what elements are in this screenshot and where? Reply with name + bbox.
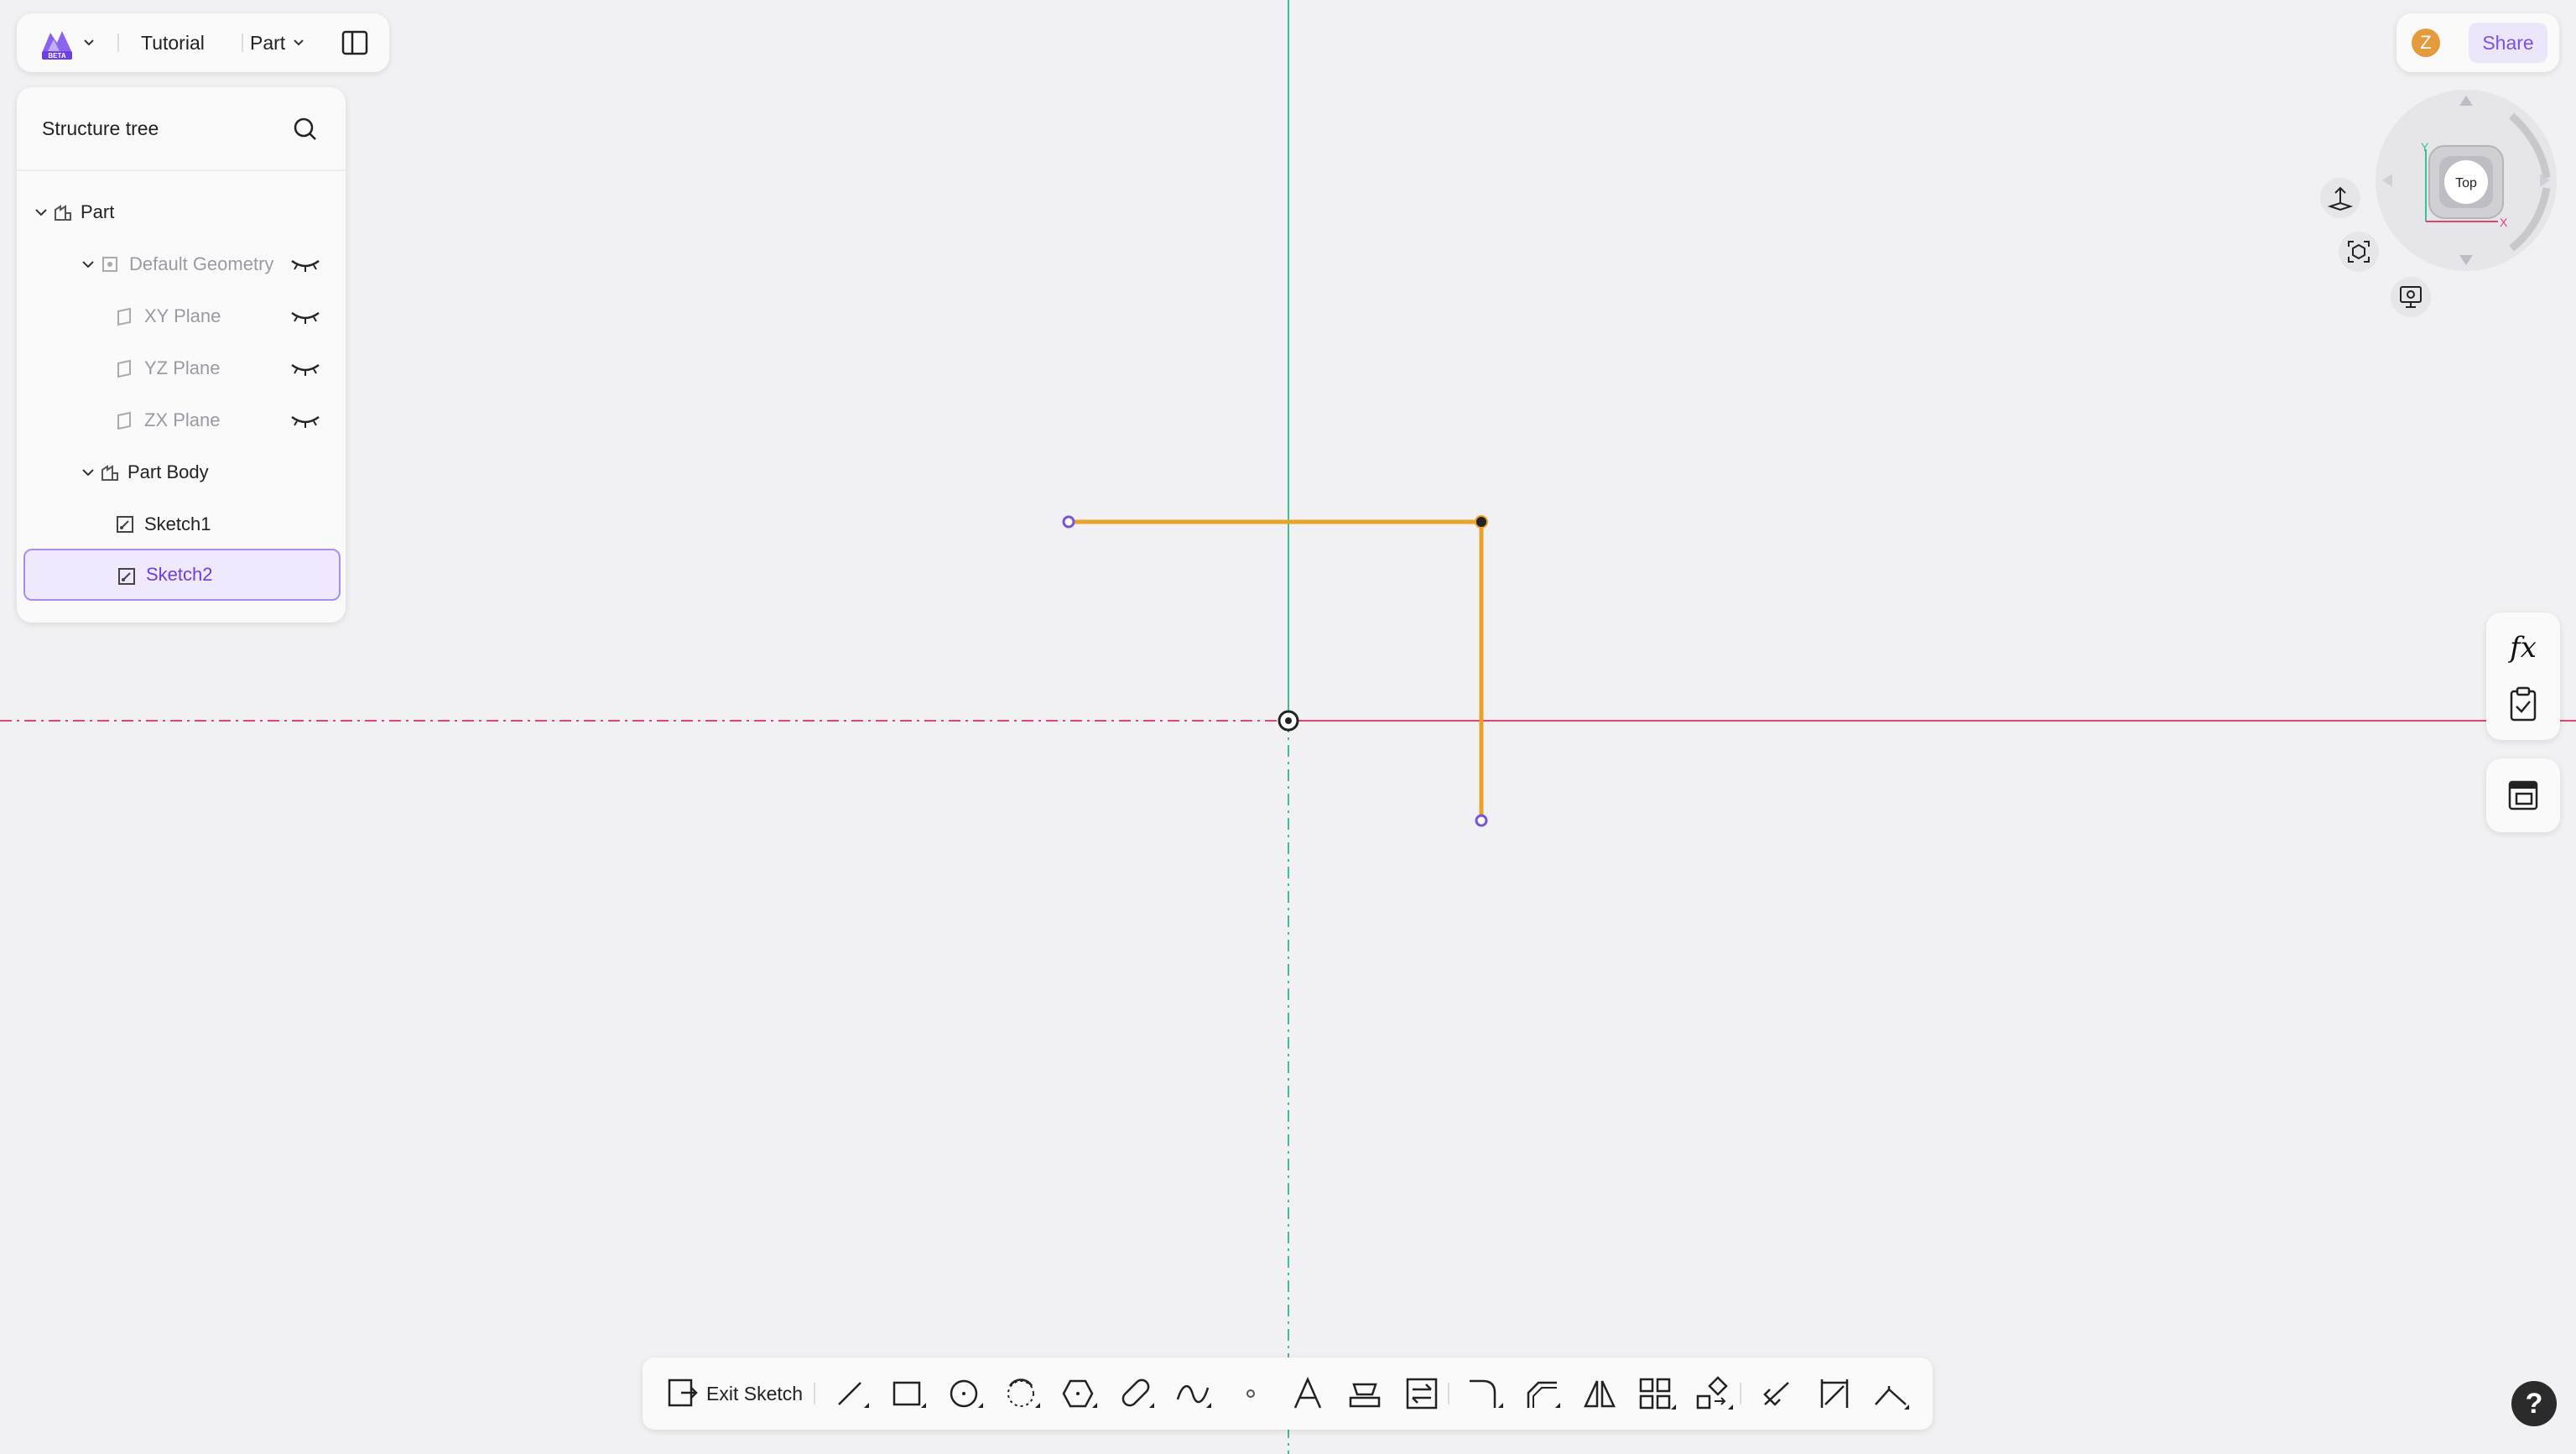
mode-label: Part [250, 31, 286, 54]
sketch-endpoint [1062, 515, 1075, 529]
eye-closed-icon[interactable] [290, 412, 320, 429]
tree-item-sketch1[interactable]: Sketch1 [25, 500, 337, 549]
offset-icon[interactable] [1345, 1374, 1384, 1413]
text-icon[interactable] [1288, 1374, 1327, 1413]
tree-item-label: Part Body [127, 461, 209, 482]
polygon-icon[interactable] [1060, 1374, 1099, 1413]
tree-item-yz-plane[interactable]: YZ Plane [25, 344, 337, 393]
plane-icon [117, 359, 131, 378]
chamfer-icon[interactable] [1523, 1374, 1562, 1413]
structure-tree-title: Structure tree [42, 117, 159, 139]
fillet-icon[interactable] [1466, 1374, 1505, 1413]
share-button[interactable]: Share [2469, 23, 2547, 63]
home-view-button[interactable] [2320, 178, 2360, 218]
tree-item-label: Default Geometry [129, 253, 274, 274]
tree-item-zx-plane[interactable]: ZX Plane [25, 396, 337, 445]
transform-icon[interactable] [1694, 1374, 1733, 1413]
sketch-canvas[interactable] [0, 0, 2576, 1454]
sketch-corner-point [1475, 515, 1488, 529]
app-menu-button[interactable]: BETA [39, 13, 97, 72]
circle-icon[interactable] [946, 1374, 985, 1413]
display-mode-icon [2400, 286, 2422, 308]
chevron-down-icon[interactable] [34, 205, 49, 220]
help-button[interactable]: ? [2511, 1381, 2557, 1426]
toggle-panel-button[interactable] [341, 13, 369, 72]
display-mode-button[interactable] [2391, 277, 2431, 317]
tree-item-label: ZX Plane [144, 409, 221, 430]
tree-item-label: Sketch2 [146, 564, 213, 585]
eye-closed-icon[interactable] [290, 256, 320, 273]
chevron-down-icon[interactable] [81, 257, 96, 272]
tree-item-label: YZ Plane [144, 357, 221, 378]
plane-icon [117, 411, 131, 430]
top-toolbar: BETA Tutorial Part [17, 13, 389, 72]
sketch-toolbar: Exit Sketch [643, 1358, 1933, 1430]
share-bar: Z Share [2396, 13, 2559, 72]
rectangle-icon[interactable] [889, 1374, 928, 1413]
eye-closed-icon[interactable] [290, 308, 320, 325]
view-cube-face-label: Top [2455, 176, 2477, 190]
fit-view-button[interactable] [2339, 232, 2379, 272]
right-tool-panel: fx [2486, 612, 2560, 740]
arc-icon[interactable] [1003, 1374, 1042, 1413]
structure-tree-panel: Structure tree Part Default Geometry XY … [17, 87, 346, 623]
svg-text:X: X [2500, 216, 2508, 229]
tree-item-part-body[interactable]: Part Body [25, 448, 337, 497]
slot-icon[interactable] [1117, 1374, 1156, 1413]
line-icon[interactable] [832, 1374, 871, 1413]
right-tool-panel-2 [2486, 758, 2560, 832]
trim-icon[interactable] [1758, 1374, 1797, 1413]
spline-icon[interactable] [1174, 1374, 1213, 1413]
tree-item-label: Sketch1 [144, 513, 211, 534]
part-body-icon [101, 465, 118, 481]
tree-item-label: XY Plane [144, 305, 221, 326]
home-view-icon [2327, 186, 2354, 211]
exit-sketch-icon [668, 1378, 698, 1407]
chevron-down-icon [294, 39, 304, 46]
point-icon[interactable] [1231, 1374, 1270, 1413]
tree-item-label: Part [81, 201, 115, 222]
sidebar-toggle-icon [341, 30, 368, 55]
chevron-down-icon[interactable] [81, 465, 96, 480]
chevron-down-icon [84, 39, 94, 46]
exit-sketch-label: Exit Sketch [706, 1382, 804, 1404]
plane-icon [117, 307, 131, 326]
tree-item-part[interactable]: Part [25, 188, 337, 237]
fit-view-icon [2348, 241, 2370, 263]
checklist-icon[interactable] [2506, 686, 2540, 723]
sketch-icon [117, 516, 133, 533]
tree-item-sketch2[interactable]: Sketch2 [23, 549, 341, 601]
mode-dropdown[interactable]: Part [250, 13, 307, 72]
pattern-icon[interactable] [1637, 1374, 1676, 1413]
tree-item-default-geometry[interactable]: Default Geometry [25, 240, 337, 289]
sketch-endpoint [1475, 814, 1488, 827]
part-icon [55, 205, 71, 221]
search-icon[interactable] [292, 116, 319, 143]
tree-item-xy-plane[interactable]: XY Plane [25, 292, 337, 341]
app-logo-icon: BETA [42, 31, 72, 60]
svg-text:BETA: BETA [48, 52, 65, 60]
project-name[interactable]: Tutorial [141, 13, 205, 72]
svg-text:Y: Y [2421, 140, 2429, 154]
sketch-icon [118, 568, 135, 585]
exit-sketch-button[interactable]: Exit Sketch [666, 1373, 803, 1415]
layout-icon[interactable] [2506, 779, 2540, 812]
geometry-folder-icon [102, 257, 117, 272]
avatar[interactable]: Z [2412, 29, 2440, 57]
dimension-icon[interactable] [1815, 1374, 1854, 1413]
mirror-icon[interactable] [1580, 1374, 1619, 1413]
constraint-icon[interactable] [1872, 1374, 1911, 1413]
eye-closed-icon[interactable] [290, 360, 320, 377]
formula-button[interactable]: fx [2486, 631, 2560, 664]
convert-icon[interactable] [1402, 1374, 1441, 1413]
